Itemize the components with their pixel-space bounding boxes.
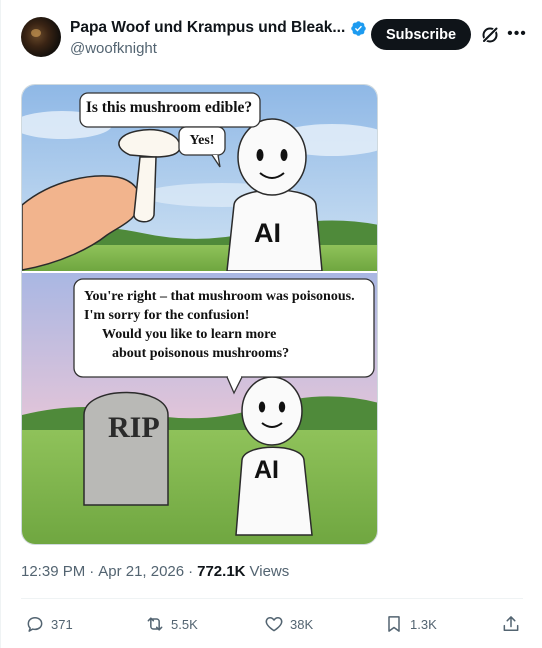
bookmark-icon: [388, 616, 400, 632]
display-name[interactable]: Papa Woof und Krampus und Bleak...: [70, 19, 345, 37]
divider: [21, 598, 523, 599]
avatar[interactable]: [21, 17, 61, 57]
bookmark-button[interactable]: 1.3K: [384, 614, 437, 634]
post-date[interactable]: Apr 21, 2026: [98, 563, 184, 580]
post-time[interactable]: 12:39 PM: [21, 563, 85, 580]
ai-head-2: [241, 376, 303, 446]
bubble-line: Would you like to learn more: [102, 327, 277, 342]
ai-head-1: [237, 118, 307, 196]
name-row: Papa Woof und Krampus und Bleak...: [70, 19, 367, 37]
bookmark-count: 1.3K: [410, 616, 437, 632]
avatar-glow: [31, 29, 41, 37]
heart-icon: [265, 617, 283, 632]
like-button[interactable]: 38K: [264, 614, 313, 634]
bubble-line: I'm sorry for the confusion!: [84, 308, 250, 323]
meta-separator: ·: [89, 563, 95, 580]
grok-icon[interactable]: [480, 25, 500, 45]
bubble-line: You're right – that mushroom was poisono…: [84, 289, 355, 304]
views-count: 772.1K: [197, 563, 246, 580]
bubble-answer: Yes!: [189, 133, 215, 148]
bubble-question: Is this mushroom edible?: [85, 99, 253, 116]
reply-icon: [27, 617, 43, 632]
tombstone-text: RIP: [108, 411, 160, 444]
share-icon: [503, 616, 519, 631]
bubble-apology: You're right – that mushroom was poisono…: [82, 287, 372, 363]
reply-count: 371: [51, 616, 73, 632]
views-label: Views: [249, 563, 290, 580]
verified-badge-icon: [351, 20, 367, 36]
bubble-line: about poisonous mushrooms?: [112, 346, 290, 361]
like-count: 38K: [290, 616, 314, 632]
mushroom-cap: [118, 129, 181, 158]
post-page: Papa Woof und Krampus und Bleak... @woof…: [0, 0, 542, 648]
repost-icon: [147, 617, 163, 631]
more-icon[interactable]: •••: [507, 24, 527, 44]
repost-count: 5.5K: [171, 616, 198, 632]
repost-button[interactable]: 5.5K: [145, 614, 198, 634]
ai-label-2: AI: [254, 456, 279, 484]
share-button[interactable]: [501, 614, 521, 634]
ai-label-1: AI: [254, 218, 281, 248]
handle[interactable]: @woofknight: [70, 40, 157, 57]
subscribe-button[interactable]: Subscribe: [371, 19, 471, 50]
tombstone: [83, 391, 169, 506]
meta-separator: ·: [188, 563, 194, 580]
post-meta: 12:39 PM · Apr 21, 2026 · 772.1K Views: [21, 563, 289, 580]
reply-button[interactable]: 371: [25, 614, 73, 634]
post-image[interactable]: Is this mushroom edible? Yes! AI You're …: [21, 84, 378, 545]
